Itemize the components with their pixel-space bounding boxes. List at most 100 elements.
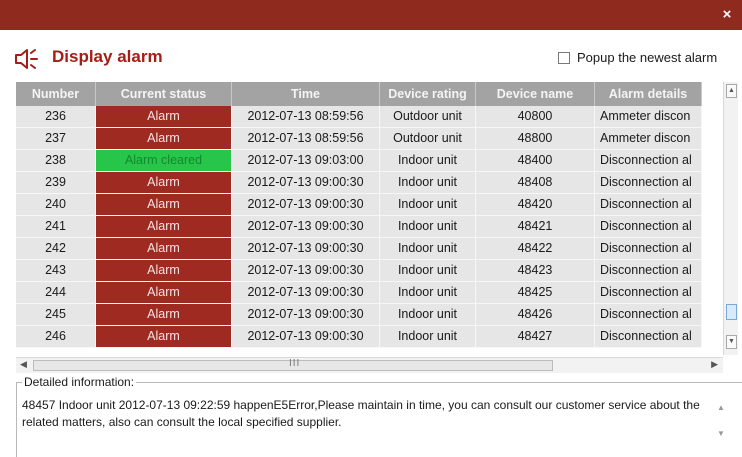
column-header-device-name[interactable]: Device name	[476, 82, 595, 106]
table-row[interactable]: 240 Alarm 2012-07-13 09:00:30 Indoor uni…	[16, 194, 702, 216]
cell-device-name: 48423	[476, 260, 595, 282]
table-row[interactable]: 236 Alarm 2012-07-13 08:59:56 Outdoor un…	[16, 106, 702, 128]
table-row[interactable]: 246 Alarm 2012-07-13 09:00:30 Indoor uni…	[16, 326, 702, 348]
status-badge: Alarm	[96, 326, 232, 348]
column-header-current-status[interactable]: Current status	[96, 82, 232, 106]
cell-device-rating: Outdoor unit	[380, 128, 476, 150]
status-badge: Alarm	[96, 282, 232, 304]
cell-device-rating: Indoor unit	[380, 260, 476, 282]
table-row[interactable]: 241 Alarm 2012-07-13 09:00:30 Indoor uni…	[16, 216, 702, 238]
detail-scrollbar[interactable]: ▲ ▼	[713, 397, 729, 445]
status-badge: Alarm cleared	[96, 150, 232, 172]
table-body: 236 Alarm 2012-07-13 08:59:56 Outdoor un…	[16, 106, 702, 348]
column-header-alarm-details[interactable]: Alarm details	[595, 82, 702, 106]
speaker-alarm-icon	[15, 49, 38, 69]
cell-number: 246	[16, 326, 96, 348]
status-badge: Alarm	[96, 194, 232, 216]
cell-device-name: 48421	[476, 216, 595, 238]
status-badge: Alarm	[96, 304, 232, 326]
cell-time: 2012-07-13 09:00:30	[232, 326, 380, 348]
cell-device-rating: Outdoor unit	[380, 106, 476, 128]
cell-device-name: 48427	[476, 326, 595, 348]
cell-time: 2012-07-13 08:59:56	[232, 106, 380, 128]
cell-time: 2012-07-13 08:59:56	[232, 128, 380, 150]
cell-alarm-details: Disconnection al	[595, 282, 702, 304]
cell-device-rating: Indoor unit	[380, 172, 476, 194]
cell-time: 2012-07-13 09:00:30	[232, 238, 380, 260]
cell-device-name: 48408	[476, 172, 595, 194]
cell-time: 2012-07-13 09:03:00	[232, 150, 380, 172]
cell-device-rating: Indoor unit	[380, 326, 476, 348]
cell-number: 239	[16, 172, 96, 194]
cell-alarm-details: Disconnection al	[595, 304, 702, 326]
chevron-down-icon[interactable]: ▼	[726, 335, 737, 349]
dialog-title: Display alarm	[52, 47, 163, 66]
table-vertical-scrollbar[interactable]: ▲ ▼	[723, 82, 738, 355]
status-badge: Alarm	[96, 260, 232, 282]
cell-device-name: 48426	[476, 304, 595, 326]
table-horizontal-scrollbar[interactable]: ◀ III ▶	[16, 357, 723, 373]
scroll-thumb[interactable]: III	[33, 358, 553, 371]
cell-device-name: 40800	[476, 106, 595, 128]
table-header-row: Number Current status Time Device rating…	[16, 82, 702, 106]
column-header-device-rating[interactable]: Device rating	[380, 82, 476, 106]
table-row[interactable]: 239 Alarm 2012-07-13 09:00:30 Indoor uni…	[16, 172, 702, 194]
table-row[interactable]: 244 Alarm 2012-07-13 09:00:30 Indoor uni…	[16, 282, 702, 304]
detail-text[interactable]: 48457 Indoor unit 2012-07-13 09:22:59 ha…	[22, 397, 712, 431]
scroll-grip: III	[289, 358, 301, 369]
cell-device-rating: Indoor unit	[380, 304, 476, 326]
cell-device-name: 48422	[476, 238, 595, 260]
chevron-right-icon[interactable]: ▶	[711, 359, 718, 370]
cell-number: 244	[16, 282, 96, 304]
cell-device-rating: Indoor unit	[380, 216, 476, 238]
cell-alarm-details: Disconnection al	[595, 326, 702, 348]
cell-device-rating: Indoor unit	[380, 238, 476, 260]
cell-alarm-details: Ammeter discon	[595, 106, 702, 128]
cell-device-name: 48425	[476, 282, 595, 304]
chevron-up-icon[interactable]: ▲	[726, 84, 737, 98]
cell-alarm-details: Disconnection al	[595, 172, 702, 194]
cell-number: 236	[16, 106, 96, 128]
cell-alarm-details: Disconnection al	[595, 260, 702, 282]
table-row[interactable]: 242 Alarm 2012-07-13 09:00:30 Indoor uni…	[16, 238, 702, 260]
dialog-header: Display alarm Popup the newest alarm	[0, 30, 742, 82]
alarm-table: Number Current status Time Device rating…	[16, 82, 726, 375]
table-row[interactable]: 238 Alarm cleared 2012-07-13 09:03:00 In…	[16, 150, 702, 172]
cell-number: 237	[16, 128, 96, 150]
column-header-time[interactable]: Time	[232, 82, 380, 106]
dialog-titlebar: ×	[0, 0, 742, 30]
cell-alarm-details: Disconnection al	[595, 216, 702, 238]
cell-time: 2012-07-13 09:00:30	[232, 260, 380, 282]
cell-device-rating: Indoor unit	[380, 194, 476, 216]
table-row[interactable]: 237 Alarm 2012-07-13 08:59:56 Outdoor un…	[16, 128, 702, 150]
cell-number: 243	[16, 260, 96, 282]
cell-number: 240	[16, 194, 96, 216]
cell-alarm-details: Disconnection al	[595, 150, 702, 172]
scroll-thumb[interactable]	[726, 304, 737, 320]
status-badge: Alarm	[96, 172, 232, 194]
table-row[interactable]: 243 Alarm 2012-07-13 09:00:30 Indoor uni…	[16, 260, 702, 282]
cell-number: 238	[16, 150, 96, 172]
cell-number: 242	[16, 238, 96, 260]
cell-device-rating: Indoor unit	[380, 150, 476, 172]
popup-newest-checkbox[interactable]	[558, 52, 570, 64]
chevron-up-icon[interactable]: ▲	[717, 403, 725, 412]
status-badge: Alarm	[96, 216, 232, 238]
cell-time: 2012-07-13 09:00:30	[232, 172, 380, 194]
chevron-left-icon[interactable]: ◀	[20, 359, 27, 370]
chevron-down-icon[interactable]: ▼	[717, 429, 725, 438]
cell-number: 241	[16, 216, 96, 238]
table-row[interactable]: 245 Alarm 2012-07-13 09:00:30 Indoor uni…	[16, 304, 702, 326]
detail-legend: Detailed information:	[22, 375, 137, 389]
cell-device-name: 48800	[476, 128, 595, 150]
cell-alarm-details: Disconnection al	[595, 238, 702, 260]
cell-device-name: 48400	[476, 150, 595, 172]
column-header-number[interactable]: Number	[16, 82, 96, 106]
cell-device-name: 48420	[476, 194, 595, 216]
cell-time: 2012-07-13 09:00:30	[232, 282, 380, 304]
close-button[interactable]: ×	[718, 6, 736, 24]
cell-time: 2012-07-13 09:00:30	[232, 304, 380, 326]
status-badge: Alarm	[96, 238, 232, 260]
popup-newest-label[interactable]: Popup the newest alarm	[577, 50, 717, 65]
cell-device-rating: Indoor unit	[380, 282, 476, 304]
